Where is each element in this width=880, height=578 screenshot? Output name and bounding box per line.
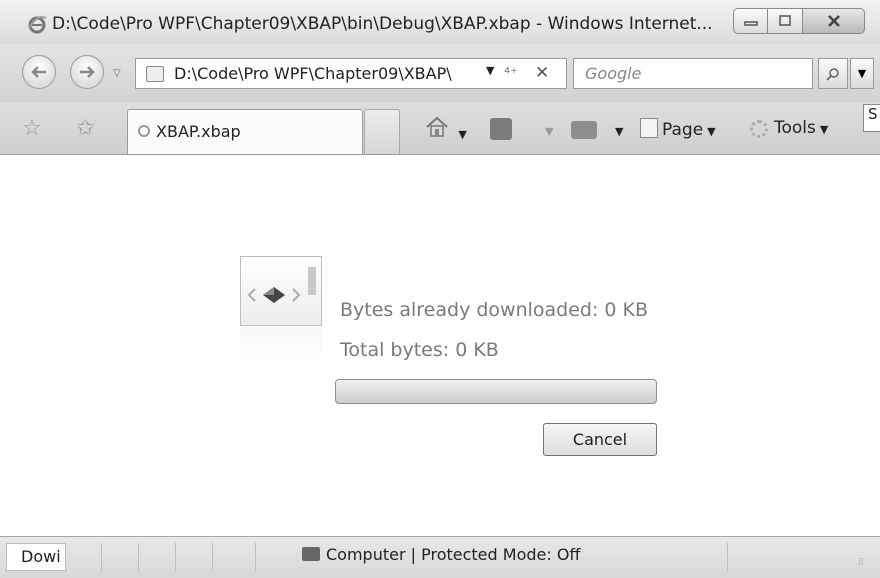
- refresh-icon[interactable]: ⁴⁺: [504, 64, 518, 82]
- search-icon: [826, 67, 839, 81]
- status-divider: [138, 543, 139, 571]
- chevron-down-icon: ▼: [707, 125, 716, 138]
- page-icon: [146, 66, 164, 82]
- search-button[interactable]: [818, 58, 848, 89]
- home-icon: [426, 116, 448, 137]
- bytes-downloaded-label: Bytes already downloaded: 0 KB: [340, 299, 649, 321]
- status-divider: [727, 543, 728, 571]
- xbap-icon-reflection: [240, 327, 322, 365]
- search-placeholder: Google: [585, 64, 642, 83]
- status-bar: Dowi Computer | Protected Mode: Off ⁝⁝: [0, 536, 880, 578]
- status-divider: [175, 543, 176, 571]
- loading-icon: [138, 125, 150, 137]
- status-text: Dowi: [6, 543, 66, 571]
- tab-label: XBAP.xbap: [156, 122, 241, 141]
- search-input[interactable]: Google: [573, 58, 813, 89]
- security-zone-label: Computer | Protected Mode: Off: [326, 545, 581, 564]
- feeds-dropdown[interactable]: ▼: [541, 120, 553, 140]
- chevron-down-icon: ▼: [458, 128, 467, 141]
- forward-button[interactable]: [70, 55, 104, 89]
- address-field[interactable]: D:\Code\Pro WPF\Chapter09\XBAP\: [135, 58, 567, 89]
- status-divider: [255, 543, 256, 571]
- maximize-icon: [779, 15, 791, 26]
- forward-arrow-icon: [80, 66, 95, 78]
- back-button[interactable]: [22, 55, 56, 89]
- xbap-application-icon: [240, 256, 322, 326]
- feeds-icon[interactable]: [490, 118, 512, 140]
- minimize-icon: [743, 21, 758, 26]
- download-progress-bar: [335, 379, 657, 404]
- security-zone[interactable]: Computer | Protected Mode: Off: [302, 545, 580, 564]
- favorites-star-icon[interactable]: ☆: [22, 116, 42, 141]
- chevron-down-icon: ▼: [615, 125, 624, 138]
- resize-grip-icon[interactable]: ⁝⁝: [858, 555, 864, 568]
- chevron-down-icon: ▼: [857, 67, 867, 80]
- add-favorites-icon[interactable]: ✩: [76, 116, 94, 141]
- address-dropdown-icon[interactable]: ▼: [486, 64, 494, 77]
- window-controls: [733, 8, 865, 36]
- side-panel-tab[interactable]: S: [863, 104, 880, 132]
- computer-icon: [302, 547, 320, 561]
- address-row: ▽ D:\Code\Pro WPF\Chapter09\XBAP\ ▼ ⁴⁺ ✕…: [0, 44, 880, 102]
- maximize-button[interactable]: [768, 8, 803, 34]
- tools-menu-button[interactable]: Tools ▼: [774, 118, 828, 138]
- xbap-cube-icon: [247, 267, 316, 303]
- gear-icon[interactable]: [750, 120, 768, 138]
- recent-pages-dropdown-icon[interactable]: ▽: [113, 68, 121, 79]
- page-content: Bytes already downloaded: 0 KB Total byt…: [0, 155, 880, 536]
- page-menu-button[interactable]: Page ▼: [640, 118, 716, 140]
- home-button[interactable]: ▼: [425, 116, 467, 143]
- minimize-button[interactable]: [733, 8, 768, 34]
- window-title: D:\Code\Pro WPF\Chapter09\XBAP\bin\Debug…: [52, 14, 713, 34]
- internet-explorer-icon: [28, 16, 47, 34]
- total-bytes-label: Total bytes: 0 KB: [340, 339, 499, 361]
- tab-row: ☆ ✩ XBAP.xbap ▼ ▼ ▼ Page ▼ Tools ▼: [0, 102, 880, 155]
- print-dropdown[interactable]: ▼: [611, 120, 623, 140]
- tab-xbap[interactable]: XBAP.xbap: [127, 109, 363, 154]
- search-provider-dropdown[interactable]: ▼: [850, 58, 874, 89]
- stop-icon[interactable]: ✕: [535, 63, 549, 83]
- title-bar: D:\Code\Pro WPF\Chapter09\XBAP\bin\Debug…: [0, 0, 880, 44]
- status-divider: [101, 543, 102, 571]
- browser-window: D:\Code\Pro WPF\Chapter09\XBAP\bin\Debug…: [0, 0, 880, 578]
- chevron-down-icon: ▼: [545, 125, 554, 138]
- new-tab-button[interactable]: [364, 109, 400, 154]
- print-icon[interactable]: [571, 121, 597, 139]
- page-menu-label: Page: [662, 120, 704, 140]
- back-arrow-icon: [31, 66, 46, 78]
- close-icon: [827, 15, 840, 27]
- chevron-down-icon: ▼: [819, 123, 829, 136]
- address-url: D:\Code\Pro WPF\Chapter09\XBAP\: [174, 64, 452, 83]
- tools-menu-label: Tools: [774, 118, 816, 138]
- status-divider: [212, 543, 213, 571]
- cancel-button[interactable]: Cancel: [543, 423, 657, 456]
- close-button[interactable]: [803, 8, 865, 34]
- page-icon: [640, 118, 658, 138]
